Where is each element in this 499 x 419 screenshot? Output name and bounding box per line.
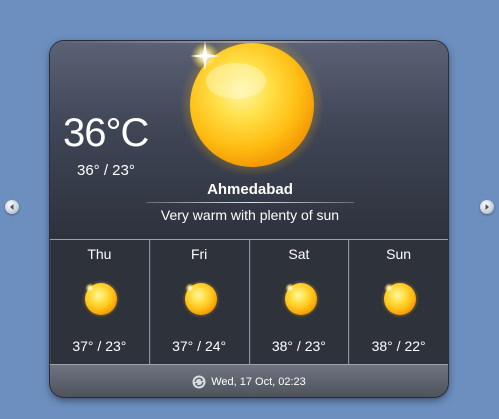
forecast-hi-lo: 38° / 22° — [371, 338, 426, 354]
forecast-day: Thu 37° / 23° — [50, 240, 150, 364]
next-location-button[interactable] — [480, 200, 494, 214]
refresh-icon[interactable] — [192, 375, 206, 389]
chevron-left-icon — [10, 204, 14, 210]
forecast-day: Sat 38° / 23° — [250, 240, 350, 364]
sun-icon — [281, 280, 320, 318]
current-temperature: 36°C — [63, 111, 149, 155]
sun-icon — [181, 280, 220, 318]
forecast-hi-lo: 37° / 23° — [72, 338, 127, 354]
weather-widget: 36°C 36° / 23° Ahmedabad Very warm with … — [50, 41, 448, 397]
city-name: Ahmedabad — [207, 181, 293, 198]
forecast-day: Fri 37° / 24° — [150, 240, 250, 364]
chevron-right-icon — [485, 204, 489, 210]
sun-icon — [82, 280, 120, 318]
forecast-day-name: Fri — [190, 246, 208, 262]
last-updated-timestamp: Wed, 17 Oct, 02:23 — [211, 375, 306, 388]
status-bar: Wed, 17 Oct, 02:23 — [50, 364, 448, 397]
sun-icon — [180, 41, 324, 177]
weather-description: Very warm with plenty of sun — [160, 207, 340, 223]
forecast-hi-lo: 38° / 23° — [271, 338, 326, 354]
forecast-day-name: Thu — [87, 246, 112, 262]
forecast-day: Sun 38° / 22° — [349, 240, 448, 364]
forecast-day-name: Sat — [288, 246, 310, 262]
current-hi-lo: 36° / 23° — [77, 162, 135, 179]
forecast-hi-lo: 37° / 24° — [172, 338, 227, 354]
forecast-day-name: Sun — [386, 246, 412, 262]
previous-location-button[interactable] — [5, 200, 19, 214]
divider — [146, 202, 354, 203]
sun-icon — [381, 280, 420, 318]
forecast-row: Thu 37° / 23° Fri 37° / 24° Sat 38° / 23… — [50, 239, 448, 364]
